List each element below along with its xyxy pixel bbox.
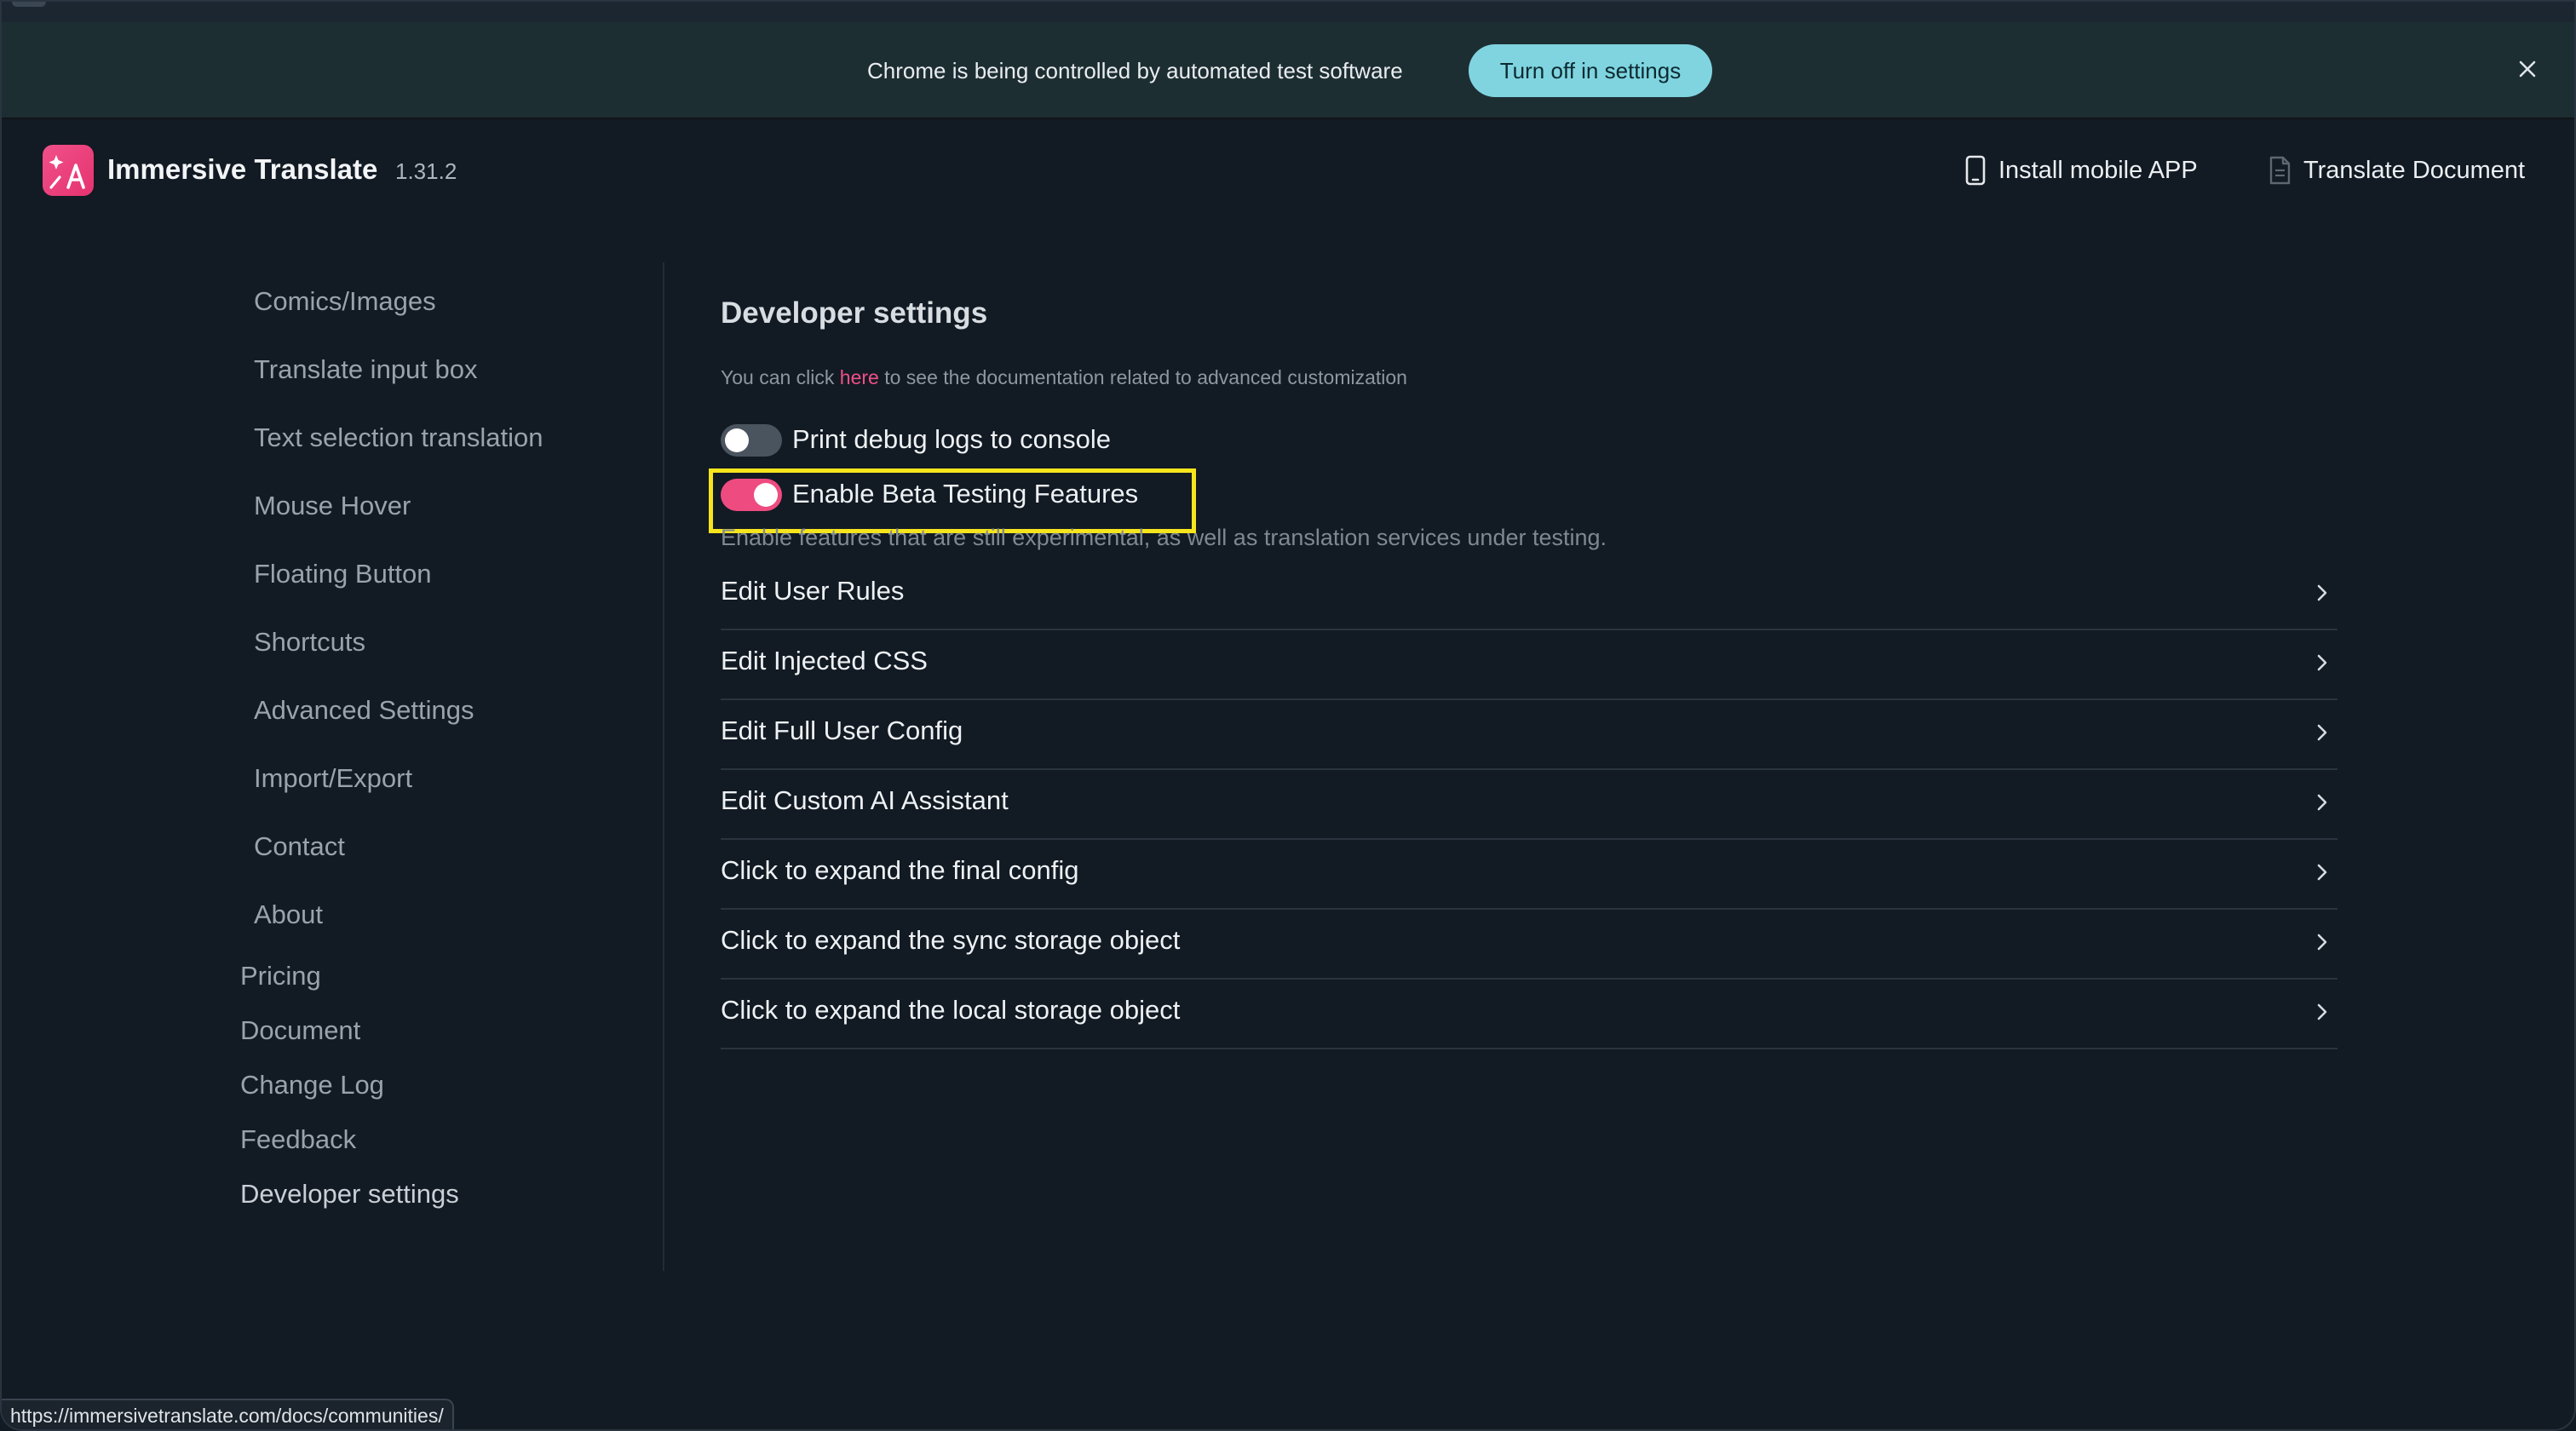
beta-features-toggle[interactable] xyxy=(721,479,782,511)
row-label: Edit Injected CSS xyxy=(721,646,928,675)
chevron-right-icon xyxy=(2317,724,2327,741)
expand-final-config-row[interactable]: Click to expand the final config xyxy=(721,840,2337,910)
sidebar-item-developer-settings[interactable]: Developer settings xyxy=(240,1179,459,1210)
sidebar-item-contact[interactable]: Contact xyxy=(254,831,345,862)
sidebar-item-about[interactable]: About xyxy=(254,899,323,930)
turn-off-in-settings-button[interactable]: Turn off in settings xyxy=(1469,44,1712,97)
chevron-right-icon xyxy=(2317,1003,2327,1020)
automation-infobar: Chrome is being controlled by automated … xyxy=(2,22,2574,119)
install-mobile-app-link[interactable]: Install mobile APP xyxy=(1964,153,2198,187)
translate-document-link[interactable]: Translate Document xyxy=(2268,153,2525,187)
documentation-here-link[interactable]: here xyxy=(840,366,879,388)
browser-window: Chrome is being controlled by automated … xyxy=(0,0,2576,1431)
app-name: Immersive Translate xyxy=(107,153,378,185)
chevron-right-icon xyxy=(2317,794,2327,811)
sidebar-item-mouse-hover[interactable]: Mouse Hover xyxy=(254,491,411,521)
window-top-strip xyxy=(2,2,2574,22)
window-nub xyxy=(12,2,46,7)
expand-local-storage-row[interactable]: Click to expand the local storage object xyxy=(721,980,2337,1049)
sidebar-item-import-export[interactable]: Import/Export xyxy=(254,763,412,794)
row-label: Edit User Rules xyxy=(721,576,905,606)
status-bar-url: https://immersivetranslate.com/docs/comm… xyxy=(2,1399,454,1429)
sidebar-divider xyxy=(663,262,664,1271)
edit-custom-ai-assistant-row[interactable]: Edit Custom AI Assistant xyxy=(721,770,2337,840)
document-icon xyxy=(2269,156,2291,185)
sidebar-item-change-log[interactable]: Change Log xyxy=(240,1070,384,1101)
sidebar-item-document[interactable]: Document xyxy=(240,1015,360,1046)
translate-document-label: Translate Document xyxy=(2303,156,2526,184)
edit-injected-css-row[interactable]: Edit Injected CSS xyxy=(721,630,2337,700)
sidebar-item-text-selection-translation[interactable]: Text selection translation xyxy=(254,422,543,453)
row-label: Edit Full User Config xyxy=(721,716,963,745)
toggle-knob xyxy=(754,483,778,507)
sidebar-item-translate-input-box[interactable]: Translate input box xyxy=(254,354,478,385)
sidebar-item-pricing[interactable]: Pricing xyxy=(240,961,321,991)
edit-full-user-config-row[interactable]: Edit Full User Config xyxy=(721,700,2337,770)
sidebar-item-shortcuts[interactable]: Shortcuts xyxy=(254,627,365,658)
chevron-right-icon xyxy=(2317,934,2327,951)
documentation-hint: You can click here to see the documentat… xyxy=(721,366,1407,389)
sidebar-item-advanced-settings[interactable]: Advanced Settings xyxy=(254,695,474,726)
row-label: Click to expand the local storage object xyxy=(721,995,1181,1025)
sidebar-item-floating-button[interactable]: Floating Button xyxy=(254,559,432,589)
row-label: Click to expand the sync storage object xyxy=(721,925,1181,955)
beta-features-label: Enable Beta Testing Features xyxy=(792,479,1139,509)
sidebar-item-comics-images[interactable]: Comics/Images xyxy=(254,286,436,317)
app-version: 1.31.2 xyxy=(395,158,457,184)
doc-hint-suffix: to see the documentation related to adva… xyxy=(878,366,1407,388)
install-mobile-app-label: Install mobile APP xyxy=(1998,156,2198,184)
toggle-knob xyxy=(725,428,749,452)
app-logo-icon xyxy=(43,145,94,196)
chevron-right-icon xyxy=(2317,864,2327,881)
infobar-message: Chrome is being controlled by automated … xyxy=(867,58,1403,83)
page-title: Developer settings xyxy=(721,296,988,330)
chevron-right-icon xyxy=(2317,584,2327,601)
sidebar-item-feedback[interactable]: Feedback xyxy=(240,1124,356,1155)
doc-hint-prefix: You can click xyxy=(721,366,840,388)
beta-features-description: Enable features that are still experimen… xyxy=(721,525,1607,550)
row-label: Click to expand the final config xyxy=(721,855,1079,885)
row-label: Edit Custom AI Assistant xyxy=(721,785,1009,815)
close-icon[interactable] xyxy=(2515,56,2540,82)
mobile-phone-icon xyxy=(1965,155,1986,186)
edit-user-rules-row[interactable]: Edit User Rules xyxy=(721,560,2337,630)
chevron-right-icon xyxy=(2317,654,2327,671)
debug-logs-label: Print debug logs to console xyxy=(792,424,1111,454)
debug-logs-toggle[interactable] xyxy=(721,424,782,457)
expand-sync-storage-row[interactable]: Click to expand the sync storage object xyxy=(721,910,2337,980)
